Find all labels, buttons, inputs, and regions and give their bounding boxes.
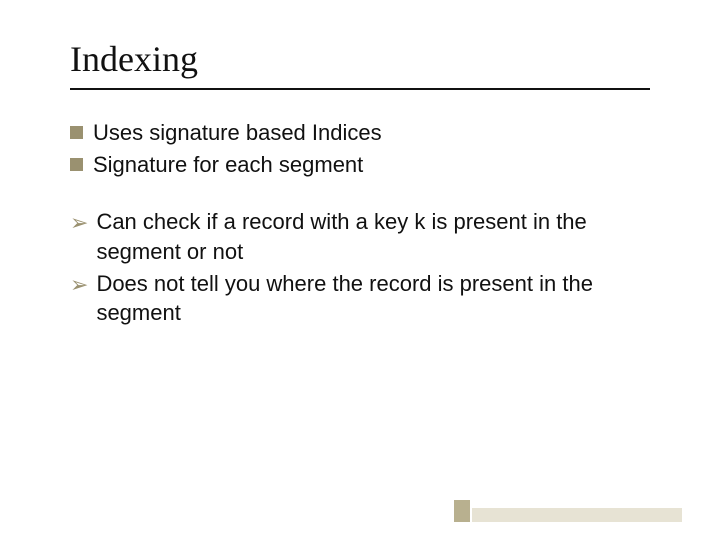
list-item-text: Uses signature based Indices [93, 118, 650, 148]
decorative-accent [454, 500, 682, 522]
accent-bar-icon [472, 508, 682, 522]
square-bullet-icon [70, 126, 83, 139]
arrow-bullet-icon: ➢ [70, 270, 88, 300]
title-rule [70, 88, 650, 90]
list-item-text: Does not tell you where the record is pr… [96, 269, 650, 328]
list-item: Signature for each segment [70, 150, 650, 180]
list-item: ➢ Can check if a record with a key k is … [70, 207, 650, 266]
slide: Indexing Uses signature based Indices Si… [0, 0, 720, 540]
accent-block-icon [454, 500, 470, 522]
page-title: Indexing [70, 38, 650, 80]
bullet-group-1: Uses signature based Indices Signature f… [70, 118, 650, 179]
list-item-text: Can check if a record with a key k is pr… [96, 207, 650, 266]
list-item: Uses signature based Indices [70, 118, 650, 148]
list-item: ➢ Does not tell you where the record is … [70, 269, 650, 328]
list-item-text: Signature for each segment [93, 150, 650, 180]
bullet-group-2: ➢ Can check if a record with a key k is … [70, 207, 650, 328]
square-bullet-icon [70, 158, 83, 171]
arrow-bullet-icon: ➢ [70, 208, 88, 238]
